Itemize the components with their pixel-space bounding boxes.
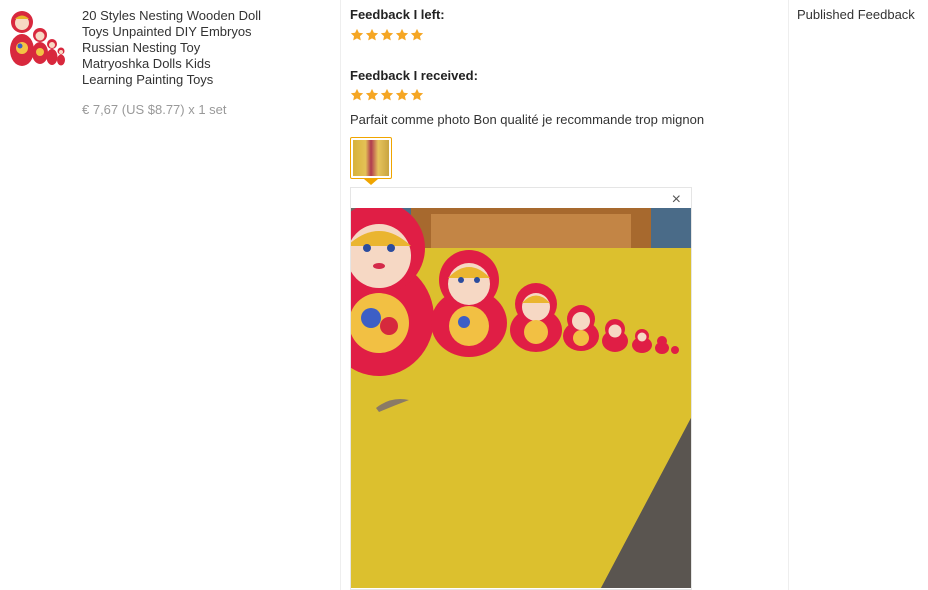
column-divider [788, 0, 789, 590]
feedback-left-heading: Feedback I left: [350, 7, 445, 22]
product-price: € 7,67 (US $8.77) x 1 set [82, 102, 227, 117]
feedback-photo[interactable] [351, 208, 691, 588]
star-icon [350, 28, 364, 41]
close-icon[interactable]: × [672, 192, 681, 208]
star-icon [410, 88, 424, 101]
star-icon [380, 88, 394, 101]
column-divider [340, 0, 341, 590]
product-thumbnail[interactable] [8, 6, 68, 68]
photo-thumbnail-image [353, 140, 389, 176]
photo-viewer: × [350, 187, 692, 590]
star-icon [410, 28, 424, 41]
feedback-photo-thumbnail[interactable] [350, 137, 392, 179]
feedback-received-rating [350, 88, 424, 104]
star-icon [380, 28, 394, 41]
product-title[interactable]: 20 Styles Nesting Wooden Doll Toys Unpai… [82, 8, 262, 88]
star-icon [395, 88, 409, 101]
selected-caret-icon [364, 179, 378, 185]
feedback-comment: Parfait comme photo Bon qualité je recom… [350, 112, 705, 127]
star-icon [395, 28, 409, 41]
star-icon [365, 88, 379, 101]
star-icon [350, 88, 364, 101]
feedback-left-rating [350, 28, 424, 44]
feedback-received-heading: Feedback I received: [350, 68, 478, 83]
feedback-status: Published Feedback [797, 7, 915, 22]
star-icon [365, 28, 379, 41]
